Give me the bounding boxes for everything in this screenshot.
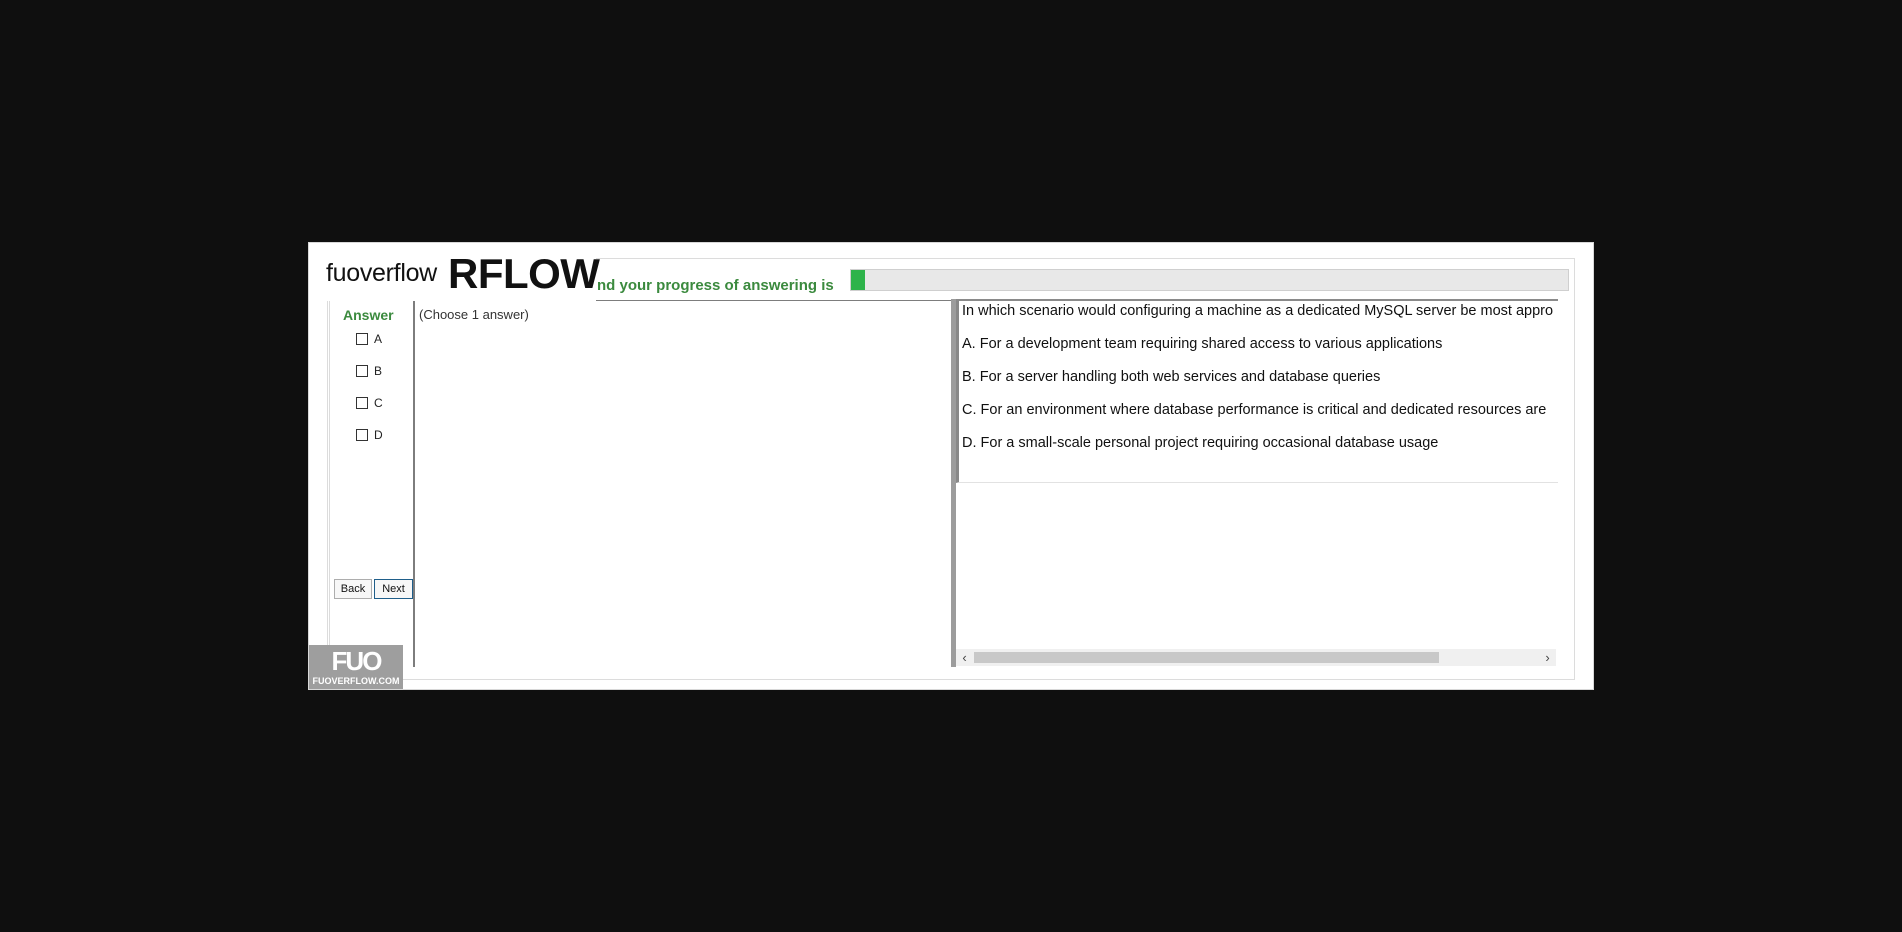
option-b[interactable]: B — [356, 363, 382, 379]
option-c[interactable]: C — [356, 395, 383, 411]
logo-small-text: fuoverflow — [326, 259, 437, 287]
option-c-label: C — [374, 396, 383, 410]
checkbox-a[interactable] — [356, 333, 368, 345]
answer-title: Answer — [343, 307, 394, 323]
choice-d: D. For a small-scale personal project re… — [962, 435, 1439, 451]
next-button[interactable]: Next — [374, 579, 413, 599]
option-d[interactable]: D — [356, 427, 383, 443]
checkbox-c[interactable] — [356, 397, 368, 409]
exam-window: fuoverflow RFLOW nd your progress of ans… — [308, 242, 1594, 690]
option-a-label: A — [374, 332, 383, 346]
choose-hint: (Choose 1 answer) — [419, 307, 529, 322]
checkbox-b[interactable] — [356, 365, 368, 377]
choice-b: B. For a server handling both web servic… — [962, 369, 1381, 385]
back-button[interactable]: Back — [334, 579, 372, 599]
choice-c: C. For an environment where database per… — [962, 402, 1547, 418]
scroll-left-icon[interactable]: ‹ — [956, 649, 973, 666]
question-pane: In which scenario would configuring a ma… — [956, 299, 1558, 667]
progress-label: nd your progress of answering is — [597, 277, 834, 294]
choice-a: A. For a development team requiring shar… — [962, 336, 1443, 352]
fuoverflow-logo: fuoverflow RFLOW — [309, 243, 600, 301]
scrollbar-thumb[interactable] — [974, 652, 1439, 663]
fuoverflow-watermark: FUO FUOVERFLOW.COM — [309, 645, 403, 689]
progress-bar — [850, 269, 1569, 291]
question-text: In which scenario would configuring a ma… — [962, 303, 1554, 319]
answer-hint-pane: (Choose 1 answer) — [413, 300, 953, 667]
question-content: In which scenario would configuring a ma… — [956, 301, 1558, 483]
option-a[interactable]: A — [356, 331, 382, 347]
watermark-domain: FUOVERFLOW.COM — [312, 676, 400, 686]
progress-fill — [851, 270, 866, 290]
logo-big-text: RFLOW — [448, 250, 600, 297]
option-b-label: B — [374, 364, 383, 378]
option-d-label: D — [374, 428, 383, 442]
watermark-mark: FUO — [331, 646, 383, 676]
scroll-right-icon[interactable]: › — [1539, 649, 1556, 666]
checkbox-d[interactable] — [356, 429, 368, 441]
answer-panel: Answer A B C D Back Next — [329, 299, 416, 667]
horizontal-scrollbar[interactable]: ‹ › — [956, 649, 1556, 666]
